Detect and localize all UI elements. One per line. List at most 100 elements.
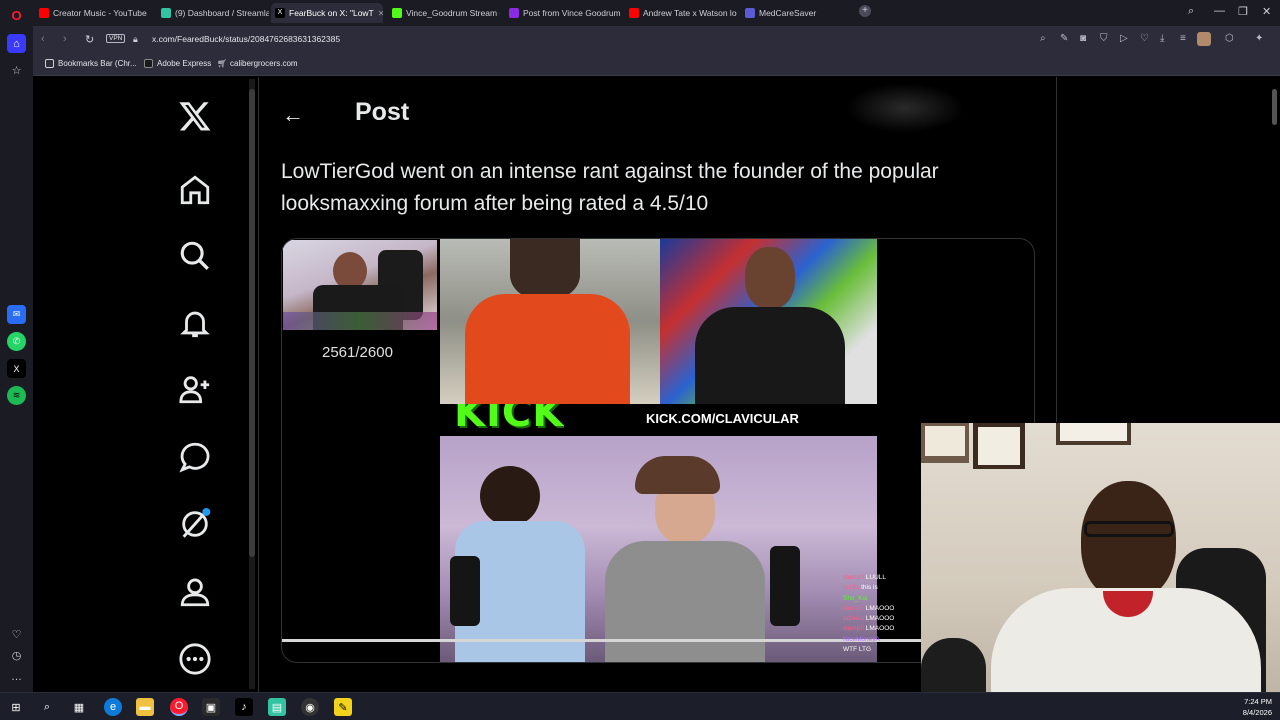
messenger-icon[interactable]: ✉ bbox=[7, 305, 26, 324]
profile-icon[interactable] bbox=[173, 570, 217, 614]
bookmark-label: Adobe Express bbox=[157, 59, 212, 68]
search-icon[interactable]: ⌕ bbox=[38, 698, 56, 716]
tab-medcaresaver[interactable]: MedCareSaver bbox=[741, 3, 853, 23]
zoom-icon[interactable]: ⌕ bbox=[1040, 33, 1046, 44]
tab-label: MedCareSaver bbox=[759, 8, 817, 18]
bookmark-label: Bookmarks Bar (Chr... bbox=[58, 59, 137, 68]
heart-icon[interactable]: ♡ bbox=[7, 625, 26, 644]
column-divider bbox=[258, 77, 259, 692]
aria-ai-icon[interactable]: ✦ bbox=[1255, 33, 1263, 44]
tab-bar: Creator Music - YouTube S (9) Dashboard … bbox=[33, 0, 1280, 26]
download-icon[interactable]: ⤓ bbox=[1160, 33, 1164, 44]
twitch-icon bbox=[509, 8, 519, 18]
streamlabs-icon[interactable]: ▤ bbox=[268, 698, 286, 716]
bookmark-caliber[interactable]: 🛒︎ calibergrocers.com bbox=[217, 59, 298, 68]
tab-fearbuck-x[interactable]: X FearBuck on X: "LowT ✕ bbox=[271, 3, 383, 23]
sticky-notes-icon[interactable]: ✎ bbox=[334, 698, 352, 716]
x-logo-icon[interactable] bbox=[173, 94, 217, 138]
chat-line: Sho_Kai bbox=[843, 594, 868, 602]
system-clock[interactable]: 7:24 PM 8/4/2026 bbox=[1243, 696, 1272, 718]
youtube-icon bbox=[39, 8, 49, 18]
home-icon[interactable] bbox=[173, 168, 217, 212]
pinboard-icon[interactable]: ☆ bbox=[7, 61, 26, 80]
page-title: Post bbox=[355, 98, 410, 126]
portrait-left bbox=[440, 239, 660, 404]
minimize-icon[interactable]: — bbox=[1214, 5, 1225, 17]
close-window-icon[interactable]: ✕ bbox=[1262, 5, 1271, 18]
history-icon[interactable]: ◷ bbox=[7, 646, 26, 665]
x-favicon-icon: X bbox=[275, 8, 285, 18]
store-icon[interactable]: ▣ bbox=[202, 698, 220, 716]
back-arrow-icon[interactable]: ← bbox=[282, 102, 304, 128]
cart-icon: 🛒︎ bbox=[217, 59, 228, 68]
new-tab-button[interactable]: + bbox=[859, 5, 871, 17]
windows-start-icon[interactable]: ⊞ bbox=[7, 698, 25, 716]
url-field[interactable]: x.com/FearedBuck/status/2084762683631362… bbox=[152, 34, 340, 44]
bookmark-label: calibergrocers.com bbox=[230, 59, 298, 68]
opera-logo-icon[interactable]: O bbox=[7, 6, 26, 25]
more-icon[interactable] bbox=[173, 637, 217, 681]
tab-label: Vince_Goodrum Stream - bbox=[406, 8, 500, 18]
chat-line: NiceMoneyA bbox=[843, 635, 880, 643]
streamlabs-icon bbox=[161, 8, 171, 18]
chat-line: WTF LTG bbox=[843, 646, 872, 654]
kick-icon bbox=[392, 8, 402, 18]
chat-line: ru19x this is bbox=[843, 584, 878, 592]
shield-icon[interactable]: ⛉ bbox=[1100, 33, 1108, 44]
stream-chat-overlay: slump0 LUULL ru19x this is Sho_Kai slump… bbox=[843, 573, 921, 665]
bookmark-folder[interactable]: Bookmarks Bar (Chr... bbox=[45, 59, 137, 68]
tab-label: Post from Vince Goodrum bbox=[523, 8, 621, 18]
spotify-icon[interactable]: ≋ bbox=[7, 386, 26, 405]
portrait-right bbox=[660, 239, 877, 404]
grok-icon[interactable] bbox=[173, 502, 217, 546]
close-tab-icon[interactable]: ✕ bbox=[378, 9, 383, 18]
edge-icon[interactable]: e bbox=[104, 698, 122, 716]
vpn-badge[interactable]: VPN bbox=[106, 34, 126, 43]
speed-dial-icon[interactable]: ⌂ bbox=[7, 34, 26, 53]
play-icon[interactable]: ▷ bbox=[1120, 33, 1128, 44]
reload-icon[interactable]: ↻ bbox=[85, 33, 94, 46]
tab-post-vince[interactable]: Post from Vince Goodrum bbox=[505, 3, 623, 23]
chat-line: slump0 LUULL bbox=[843, 574, 887, 581]
obs-icon[interactable]: ◉ bbox=[301, 698, 319, 716]
camera-icon[interactable]: ◙ bbox=[1080, 33, 1086, 44]
file-explorer-icon[interactable]: ▬ bbox=[136, 698, 154, 716]
extensions-icon[interactable]: ⬡ bbox=[1225, 33, 1234, 44]
lock-icon[interactable]: 🔒︎ bbox=[133, 34, 138, 45]
tab-andrew-tate[interactable]: Andrew Tate x Watson loo bbox=[625, 3, 737, 23]
chat-line: odhielo LMAOOO bbox=[843, 615, 895, 623]
bell-icon[interactable] bbox=[173, 301, 217, 345]
restore-icon[interactable]: ❐ bbox=[1238, 5, 1248, 18]
edit-icon[interactable]: ✎ bbox=[1060, 33, 1068, 44]
tab-search-icon[interactable]: ⌕ bbox=[1188, 5, 1194, 18]
tab-vince-stream[interactable]: Vince_Goodrum Stream - bbox=[388, 3, 500, 23]
scrollbar-thumb[interactable] bbox=[249, 89, 255, 557]
tiktok-icon[interactable]: ♪ bbox=[235, 698, 253, 716]
kick-banner: KICK KICK.COM/CLAVICULAR bbox=[440, 404, 877, 436]
x-icon[interactable]: X bbox=[7, 359, 26, 378]
search-icon[interactable] bbox=[173, 234, 217, 278]
opera-taskbar-icon[interactable]: O bbox=[170, 698, 188, 716]
tab-streamlabs[interactable]: (9) Dashboard / Streamlab bbox=[157, 3, 269, 23]
follow-icon[interactable] bbox=[173, 367, 217, 411]
tab-label: Creator Music - YouTube S bbox=[53, 8, 149, 18]
whatsapp-icon[interactable]: ✆ bbox=[7, 332, 26, 351]
tab-creator-music[interactable]: Creator Music - YouTube S bbox=[35, 3, 149, 23]
adobe-icon bbox=[144, 59, 153, 68]
more-icon[interactable]: … bbox=[7, 667, 26, 686]
messages-icon[interactable] bbox=[173, 435, 217, 479]
menu-icon[interactable]: ≡ bbox=[1180, 33, 1186, 44]
scrollbar-thumb[interactable] bbox=[1272, 89, 1277, 125]
blurred-element bbox=[845, 83, 965, 133]
chat-line: slump0 LMAOOO bbox=[843, 604, 895, 612]
profile-avatar-icon[interactable] bbox=[1197, 32, 1211, 46]
webcam-overlay bbox=[921, 423, 1280, 692]
forward-icon[interactable]: › bbox=[63, 33, 67, 45]
task-view-icon[interactable]: ▦ bbox=[70, 698, 88, 716]
heart-icon[interactable]: ♡ bbox=[1140, 33, 1149, 44]
kick-logo: KICK bbox=[454, 404, 565, 436]
back-icon[interactable]: ‹ bbox=[41, 33, 45, 45]
left-scrollbar[interactable] bbox=[249, 79, 255, 689]
video-progress-bar[interactable] bbox=[282, 639, 921, 642]
bookmark-adobe[interactable]: Adobe Express bbox=[144, 59, 211, 68]
